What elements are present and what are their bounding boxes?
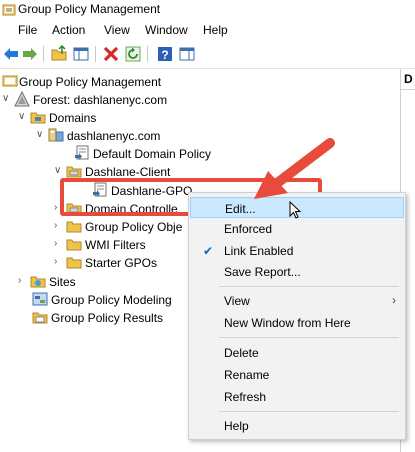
menu-help[interactable]: Help [203,23,228,37]
domain-icon [48,128,64,142]
toolbar: ? [0,40,415,69]
delete-x-icon[interactable] [102,45,120,63]
expand-chevron-icon[interactable]: › [54,256,64,268]
menu-item-label: Enforced [224,222,273,236]
collapse-chevron-icon[interactable]: ∨ [2,93,12,105]
menu-item-label: New Window from Here [224,316,351,330]
menu-item-enforced[interactable]: Enforced [190,218,404,239]
starter-folder-icon [66,257,82,269]
toolbar-separator [95,46,96,62]
tree-label: Group Policy Modeling [51,293,172,307]
modeling-icon [32,292,48,306]
menu-item-label: Save Report... [224,265,301,279]
tree-label: Group Policy Obje [85,220,183,234]
menu-item-refresh[interactable]: Refresh [190,386,404,407]
expand-chevron-icon[interactable]: › [54,238,64,250]
up-folder-icon[interactable] [50,45,68,63]
menu-separator [219,337,399,338]
menu-action[interactable]: Action [52,23,85,37]
submenu-arrow-icon: › [392,293,396,307]
gpo-folder-icon [66,221,82,233]
window-title: Group Policy Management [18,2,161,16]
menu-item-link-enabled[interactable]: ✔ Link Enabled [190,240,404,261]
details-header: D [401,69,415,90]
context-menu: Edit... Enforced ✔ Link Enabled Save Rep… [188,192,406,440]
menu-item-label: Rename [224,368,270,382]
menu-item-delete[interactable]: Delete [190,342,404,363]
tree-label: Dashlane-Client [85,165,171,179]
menu-item-view[interactable]: View › [190,290,404,311]
menu-item-help[interactable]: Help [190,415,404,436]
menu-file[interactable]: File [18,23,37,37]
help-icon[interactable]: ? [156,45,174,63]
gpm-app-icon [2,4,16,16]
expand-chevron-icon[interactable]: › [54,220,64,232]
tree-label: WMI Filters [85,238,146,252]
menu-view[interactable]: View [104,23,130,37]
title-bar: Group Policy Management [0,0,415,20]
checkmark-icon: ✔ [203,244,214,258]
domains-folder-icon [30,112,46,124]
menu-bar: File Action View Window Help [0,20,415,40]
tree-label: Domains [49,111,97,125]
gpm-root-icon [2,75,18,87]
menu-separator [219,286,399,287]
menu-item-label: Help [224,419,249,433]
show-hide-tree-icon[interactable] [72,45,90,63]
tree-label: Default Domain Policy [93,147,212,161]
wmi-folder-icon [66,239,82,251]
mouse-pointer-icon [289,201,302,219]
ou-folder-icon [66,166,82,178]
results-icon [32,312,48,324]
menu-item-label: Delete [224,346,259,360]
forward-arrow-icon[interactable] [21,45,39,63]
svg-text:?: ? [161,48,168,62]
menu-item-rename[interactable]: Rename [190,364,404,385]
collapse-chevron-icon[interactable]: ∨ [18,111,28,123]
menu-window[interactable]: Window [145,23,188,37]
tree-label: Forest: dashlanenyc.com [33,93,168,107]
tree-label: Group Policy Results [51,311,164,325]
refresh-icon[interactable] [124,45,142,63]
collapse-chevron-icon[interactable]: ∨ [36,129,46,141]
collapse-chevron-icon[interactable]: ∨ [54,165,64,177]
sites-icon [30,276,46,288]
menu-item-label: View [224,294,250,308]
details-header-text: D [404,72,413,86]
tree-label: dashlanenyc.com [67,129,161,143]
menu-item-new-window[interactable]: New Window from Here [190,312,404,333]
menu-item-save-report[interactable]: Save Report... [190,261,404,282]
menu-separator [219,411,399,412]
forest-triangle-icon [14,91,30,107]
toolbar-separator [147,46,148,62]
properties-pane-icon[interactable] [178,45,196,63]
menu-item-label: Refresh [224,390,267,404]
menu-item-label: Link Enabled [224,244,294,258]
tree-label: Starter GPOs [85,256,158,270]
gpo-link-icon [75,145,89,160]
tree-label: Sites [49,275,76,289]
expand-chevron-icon[interactable]: › [18,275,28,287]
back-arrow-icon[interactable] [2,45,20,63]
toolbar-separator [43,46,44,62]
tree-label: Group Policy Management [19,75,162,89]
annotation-arrow-icon [254,138,335,199]
